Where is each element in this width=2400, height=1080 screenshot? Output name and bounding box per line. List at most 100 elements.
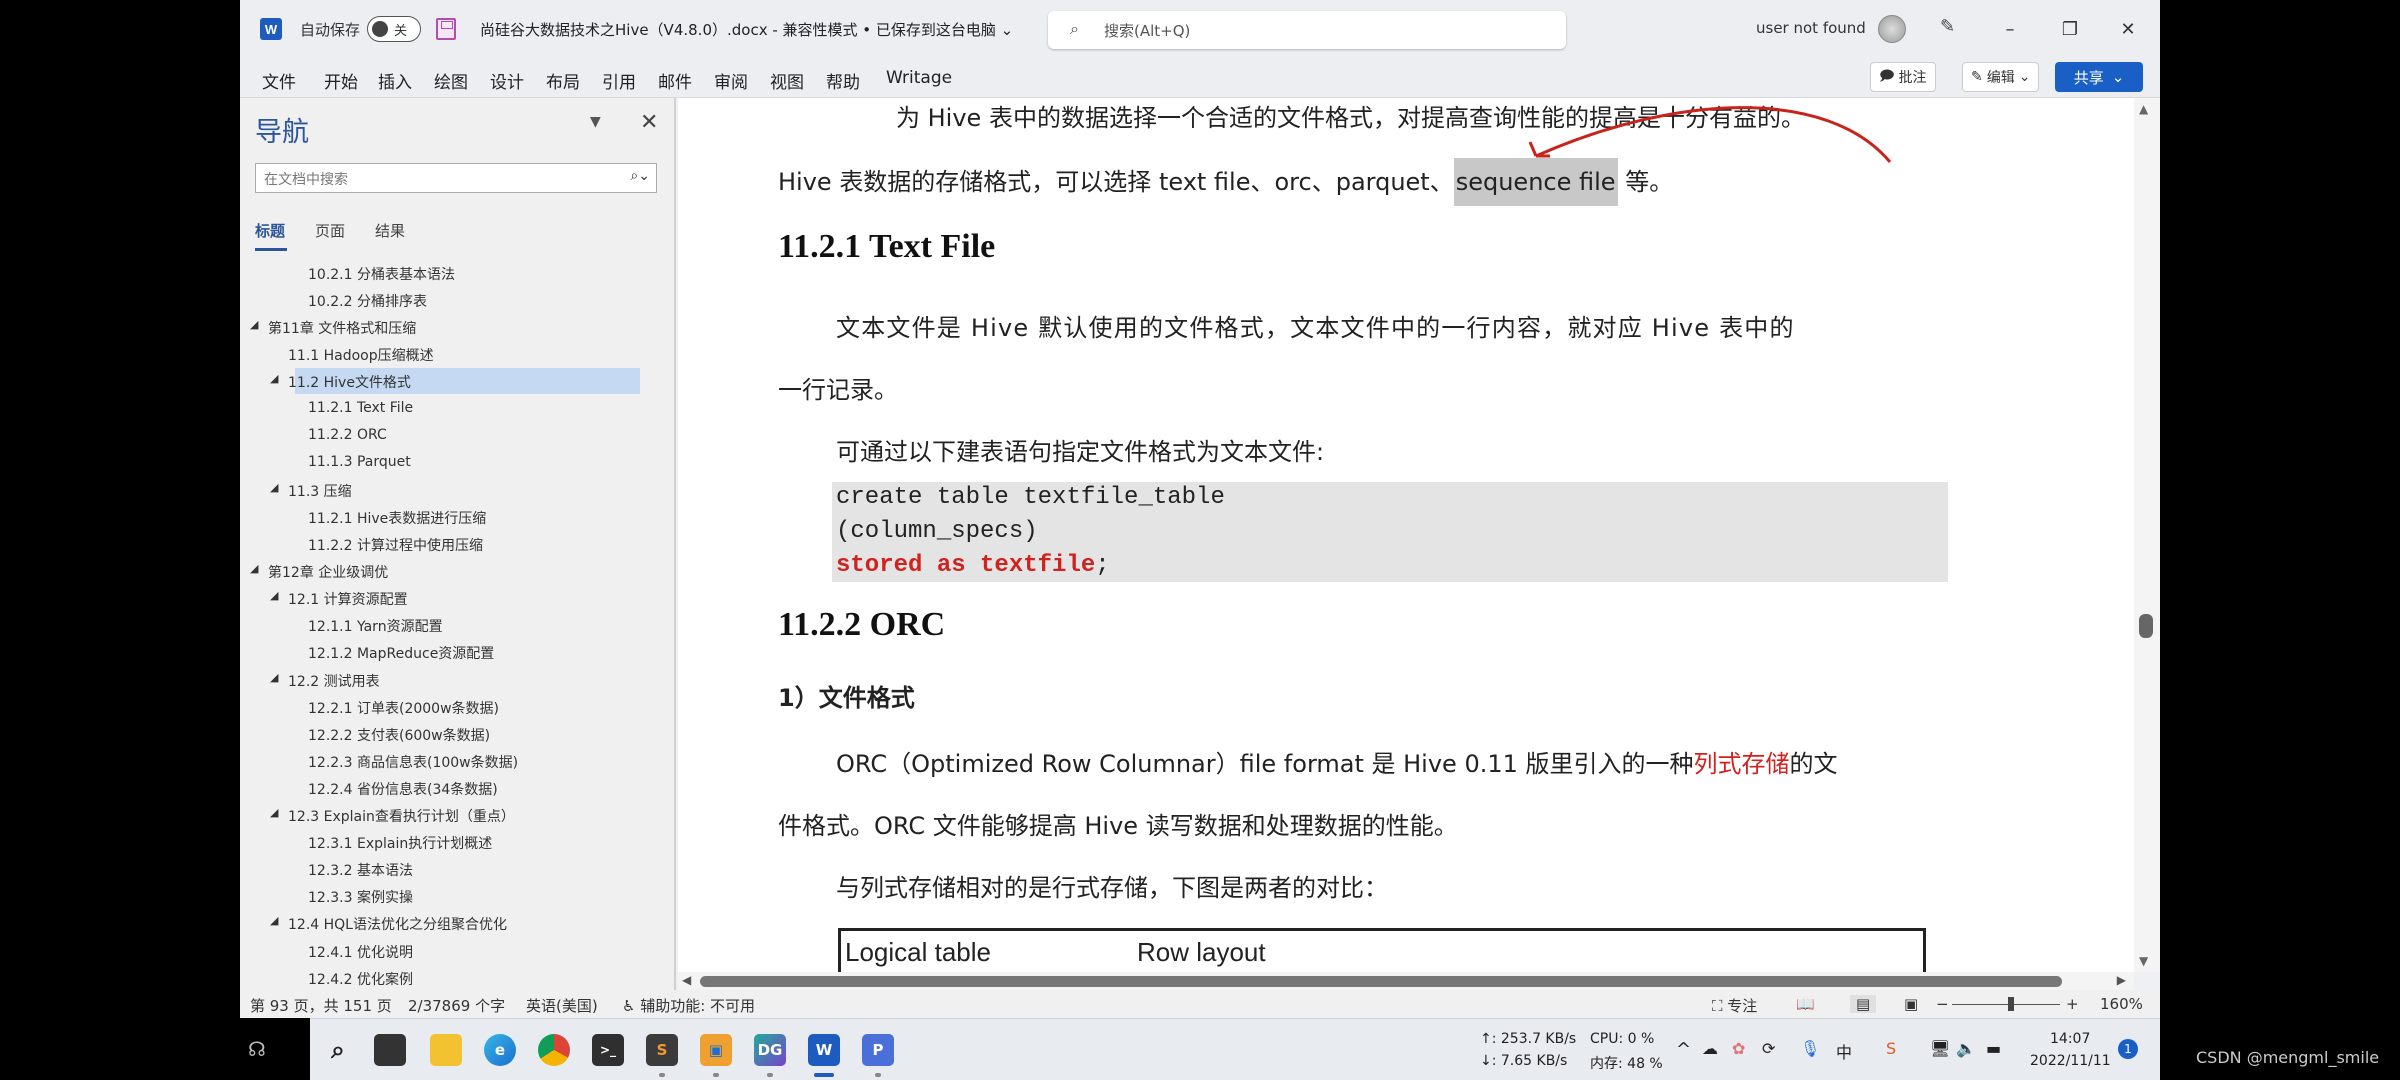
weather-icon[interactable]: ☁ bbox=[1702, 1039, 1718, 1058]
tab-pages[interactable]: 页面 bbox=[315, 220, 345, 241]
sublime-text-icon[interactable]: S bbox=[646, 1034, 678, 1066]
tray-expand-icon[interactable]: ^ bbox=[1676, 1039, 1691, 1060]
tab-headings[interactable]: 标题 bbox=[255, 220, 288, 251]
nav-item[interactable]: ◢ 12.3 Explain查看执行计划（重点） bbox=[240, 802, 660, 828]
app-tray-icon[interactable]: ✿ bbox=[1732, 1039, 1745, 1058]
menu-layout[interactable]: 布局 bbox=[546, 68, 580, 93]
clock-date[interactable]: 2022/11/11 bbox=[2030, 1053, 2111, 1069]
scroll-thumb[interactable] bbox=[700, 976, 2062, 987]
restore-button[interactable]: ❐ bbox=[2050, 12, 2090, 46]
focus-button[interactable]: ⛶ 专注 bbox=[1712, 995, 1757, 1016]
search-icon[interactable]: ⌕⌄ bbox=[630, 168, 650, 184]
nav-item[interactable]: 12.4.2 优化案例 bbox=[240, 965, 660, 991]
share-button[interactable]: 共享 ⌄ bbox=[2055, 62, 2143, 92]
nav-item[interactable]: 12.3.2 基本语法 bbox=[240, 856, 660, 882]
edge-icon[interactable]: e bbox=[484, 1034, 516, 1066]
close-button[interactable]: ✕ bbox=[2108, 12, 2148, 46]
scroll-left-arrow[interactable]: ◀ bbox=[682, 973, 691, 987]
terminal-icon[interactable]: >_ bbox=[592, 1034, 624, 1066]
file-explorer-icon[interactable] bbox=[430, 1034, 462, 1066]
avatar[interactable] bbox=[1878, 15, 1906, 43]
nav-item[interactable]: 12.2.3 商品信息表(100w条数据) bbox=[240, 748, 660, 774]
word-count[interactable]: 2/37869 个字 bbox=[408, 995, 505, 1016]
nav-item[interactable]: 11.2.2 ORC bbox=[240, 423, 660, 449]
nav-item[interactable]: ◢ 12.2 测试用表 bbox=[240, 667, 660, 693]
nav-item[interactable]: ◢ 12.4 HQL语法优化之分组聚合优化 bbox=[240, 910, 660, 936]
collapse-triangle-icon[interactable]: ◢ bbox=[270, 914, 278, 927]
menu-home[interactable]: 开始 bbox=[324, 68, 358, 93]
nav-item[interactable]: 11.1.3 Parquet bbox=[240, 450, 660, 476]
p-app-icon[interactable]: P bbox=[862, 1034, 894, 1066]
nav-item-selected[interactable]: ◢ 11.2 Hive文件格式 bbox=[240, 368, 660, 395]
nav-search-input[interactable]: 在文档中搜索 ⌕⌄ bbox=[255, 163, 657, 193]
menu-design[interactable]: 设计 bbox=[490, 68, 524, 93]
print-layout-icon[interactable]: ▤ bbox=[1850, 995, 1877, 1013]
user-name[interactable]: user not found bbox=[1756, 19, 1866, 37]
microphone-icon[interactable]: 🎙 bbox=[1800, 1039, 1820, 1058]
menu-draw[interactable]: 绘图 bbox=[434, 68, 468, 93]
network-icon[interactable]: 🖥 bbox=[1930, 1039, 1950, 1058]
nav-item[interactable]: 10.2.2 分桶排序表 bbox=[240, 287, 660, 313]
volume-icon[interactable]: 🔈 bbox=[1956, 1039, 1976, 1058]
nav-item[interactable]: 11.1 Hadoop压缩概述 bbox=[240, 341, 660, 367]
nav-item[interactable]: 12.2.2 支付表(600w条数据) bbox=[240, 721, 660, 747]
accessibility-status[interactable]: ♿ 辅助功能: 不可用 bbox=[622, 995, 755, 1016]
search-icon[interactable]: ⌕ bbox=[322, 1034, 354, 1066]
zoom-in-button[interactable]: + bbox=[2066, 995, 2079, 1013]
menu-references[interactable]: 引用 bbox=[602, 68, 636, 93]
chrome-icon[interactable] bbox=[538, 1034, 570, 1066]
menu-review[interactable]: 审阅 bbox=[714, 68, 748, 93]
document-title[interactable]: 尚硅谷大数据技术之Hive（V4.8.0）.docx - 兼容性模式 • 已保存… bbox=[480, 19, 1013, 40]
nav-item[interactable]: 12.3.1 Explain执行计划概述 bbox=[240, 829, 660, 855]
menu-file[interactable]: 文件 bbox=[262, 68, 296, 93]
zoom-slider[interactable] bbox=[1952, 997, 2060, 1011]
nav-item[interactable]: 11.2.1 Text File bbox=[240, 396, 660, 422]
vertical-scrollbar[interactable]: ▲ ▼ bbox=[2134, 98, 2160, 972]
tab-results[interactable]: 结果 bbox=[375, 220, 405, 241]
collapse-triangle-icon[interactable]: ◢ bbox=[250, 318, 258, 331]
menu-view[interactable]: 视图 bbox=[770, 68, 804, 93]
comments-button[interactable]: 🗩 批注 bbox=[1870, 62, 1936, 92]
menu-mailings[interactable]: 邮件 bbox=[658, 68, 692, 93]
minimize-button[interactable]: – bbox=[1990, 12, 2030, 46]
word-taskbar-icon[interactable]: W bbox=[808, 1034, 840, 1066]
nav-close-button[interactable]: ✕ bbox=[640, 110, 658, 135]
zoom-out-button[interactable]: − bbox=[1936, 995, 1949, 1013]
nav-item[interactable]: 12.3.3 案例实操 bbox=[240, 883, 660, 909]
nav-item[interactable]: 12.1.1 Yarn资源配置 bbox=[240, 612, 660, 638]
notification-badge[interactable]: 1 bbox=[2118, 1039, 2138, 1059]
nav-options-dropdown[interactable]: ▼ bbox=[590, 114, 601, 130]
read-mode-icon[interactable]: 📖 bbox=[1796, 995, 1815, 1013]
nav-item[interactable]: 10.2.1 分桶表基本语法 bbox=[240, 260, 660, 286]
sogou-icon[interactable]: S bbox=[1886, 1039, 1896, 1058]
search-input[interactable]: ⌕ 搜索(Alt+Q) bbox=[1048, 11, 1566, 49]
document-canvas[interactable]: 为 Hive 表中的数据选择一个合适的文件格式，对提高查询性能的提高是十分有益的… bbox=[678, 98, 2134, 972]
scroll-up-arrow[interactable]: ▲ bbox=[2139, 102, 2148, 116]
collapse-triangle-icon[interactable]: ◢ bbox=[250, 562, 258, 575]
nav-item[interactable]: ◢ 12.1 计算资源配置 bbox=[240, 585, 660, 611]
menu-writage[interactable]: Writage bbox=[886, 68, 952, 88]
menu-help[interactable]: 帮助 bbox=[826, 68, 860, 93]
task-view-icon[interactable] bbox=[374, 1034, 406, 1066]
autosave-toggle[interactable]: 关 bbox=[367, 16, 421, 42]
pen-icon[interactable]: ✎ bbox=[1940, 16, 1955, 37]
horizontal-scrollbar[interactable]: ◀ ▶ bbox=[678, 972, 2134, 990]
editing-button[interactable]: ✎ 编辑 ⌄ bbox=[1962, 62, 2040, 92]
collapse-triangle-icon[interactable]: ◢ bbox=[270, 481, 278, 494]
scroll-right-arrow[interactable]: ▶ bbox=[2117, 973, 2126, 987]
nav-item[interactable]: ◢ 第11章 文件格式和压缩 bbox=[240, 314, 660, 340]
datagrip-icon[interactable]: DG bbox=[754, 1034, 786, 1066]
scroll-down-arrow[interactable]: ▼ bbox=[2139, 954, 2148, 968]
zoom-level[interactable]: 160% bbox=[2100, 995, 2143, 1013]
nav-item[interactable]: 12.2.4 省份信息表(34条数据) bbox=[240, 775, 660, 801]
save-icon[interactable] bbox=[436, 18, 456, 40]
virtualbox-icon[interactable]: ▣ bbox=[700, 1034, 732, 1066]
nav-item[interactable]: ◢ 第12章 企业级调优 bbox=[240, 558, 660, 584]
web-layout-icon[interactable]: ▣ bbox=[1904, 995, 1918, 1013]
clock-time[interactable]: 14:07 bbox=[2050, 1031, 2090, 1047]
scroll-thumb[interactable] bbox=[2139, 614, 2153, 638]
nav-item[interactable]: 12.1.2 MapReduce资源配置 bbox=[240, 639, 660, 665]
nav-item[interactable]: 12.2.1 订单表(2000w条数据) bbox=[240, 694, 660, 720]
sync-icon[interactable]: ⟳ bbox=[1762, 1039, 1775, 1058]
page-count[interactable]: 第 93 页，共 151 页 bbox=[250, 995, 392, 1016]
